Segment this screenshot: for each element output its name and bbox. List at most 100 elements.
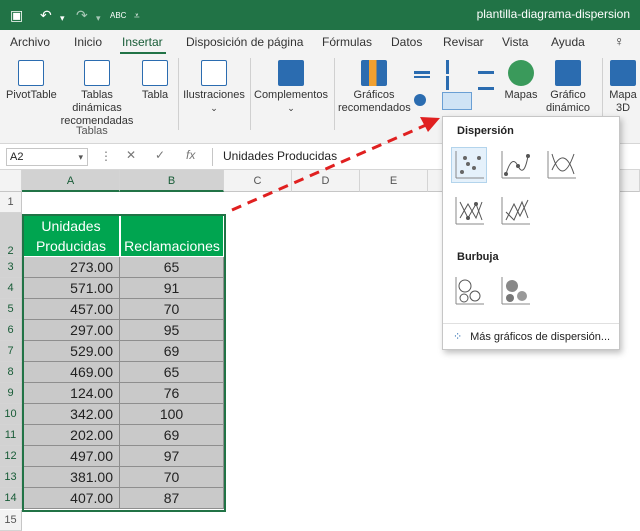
column-header-d[interactable]: D [292, 170, 360, 192]
column-header-a[interactable]: A [22, 170, 120, 192]
3d-map-button[interactable]: Mapa 3D [606, 60, 640, 115]
illustrations-label: Ilustraciones [183, 89, 245, 101]
row-header[interactable]: 14 [0, 488, 22, 510]
tab-archivo[interactable]: Archivo [10, 35, 50, 49]
row-header[interactable]: 4 [0, 278, 22, 300]
recommended-charts-button[interactable]: Gráficos recomendados [338, 60, 411, 115]
row-header[interactable]: 2 [0, 213, 22, 257]
row-header[interactable]: 1 [0, 192, 22, 214]
column-header-e[interactable]: E [360, 170, 428, 192]
row-header[interactable]: 10 [0, 404, 22, 426]
cell-units[interactable]: 297.00 [22, 320, 120, 342]
tab-formulas[interactable]: Fórmulas [322, 35, 372, 49]
table-button[interactable]: Tabla [138, 60, 172, 102]
lightbulb-icon[interactable]: ♀ [614, 33, 625, 49]
row-header[interactable]: 15 [0, 510, 22, 531]
pivot-chart-label: Gráfico dinámico [545, 89, 591, 114]
scatter-smooth-lines-option[interactable] [543, 147, 579, 183]
combo-chart-icon[interactable] [478, 76, 494, 90]
addins-button[interactable]: Complementos ⌄ [254, 60, 328, 115]
pivot-chart-button[interactable]: Gráfico dinámico [542, 60, 594, 115]
tab-disposicion[interactable]: Disposición de página [186, 35, 303, 49]
undo-icon[interactable]: ↶ [40, 6, 52, 24]
header-cell-claims[interactable]: Reclamaciones [120, 213, 224, 257]
cell-units[interactable]: 124.00 [22, 383, 120, 405]
row-header[interactable]: 5 [0, 299, 22, 321]
cell-claims[interactable]: 95 [120, 320, 224, 342]
cell-claims[interactable]: 91 [120, 278, 224, 300]
tab-insertar[interactable]: Insertar [122, 35, 163, 49]
cell-claims[interactable]: 87 [120, 488, 224, 510]
row-header[interactable]: 8 [0, 362, 22, 384]
row-header[interactable]: 3 [0, 257, 22, 279]
cell-units[interactable]: 529.00 [22, 341, 120, 363]
scatter-straight-lines-option[interactable] [497, 193, 533, 229]
cell-units[interactable]: 469.00 [22, 362, 120, 384]
row-header[interactable]: 7 [0, 341, 22, 363]
scatter-chart-button-icon[interactable] [442, 92, 472, 110]
cell-claims[interactable]: 70 [120, 467, 224, 489]
undo-dropdown-icon[interactable]: ▾ [60, 9, 65, 27]
more-scatter-charts-link[interactable]: ⁘ Más gráficos de dispersión... [453, 330, 610, 343]
illustrations-button[interactable]: Ilustraciones ⌄ [182, 60, 246, 115]
cell-units[interactable]: 273.00 [22, 257, 120, 279]
tab-ayuda[interactable]: Ayuda [551, 35, 585, 49]
insert-function-icon[interactable]: fx [186, 148, 195, 162]
scatter-straight-markers-option[interactable] [451, 193, 487, 229]
header-cell-units[interactable]: Unidades Producidas [22, 213, 120, 257]
cell-claims[interactable]: 100 [120, 404, 224, 426]
bubble-3d-option[interactable] [497, 273, 533, 309]
column-chart-icon[interactable] [414, 60, 430, 74]
spelling-icon[interactable]: ABC [110, 7, 126, 25]
row-header[interactable]: 9 [0, 383, 22, 405]
hierarchy-chart-icon[interactable] [446, 60, 462, 74]
formula-input[interactable]: Unidades Producidas [212, 148, 452, 166]
statistic-chart-icon[interactable] [446, 76, 462, 90]
redo-icon[interactable]: ↷ [76, 6, 88, 24]
tab-inicio[interactable]: Inicio [74, 35, 102, 49]
tab-datos[interactable]: Datos [391, 35, 422, 49]
cell-claims[interactable]: 97 [120, 446, 224, 468]
cell-claims[interactable]: 69 [120, 425, 224, 447]
cell-units[interactable]: 497.00 [22, 446, 120, 468]
enter-icon[interactable]: ✓ [155, 148, 165, 162]
bubble-option[interactable] [451, 273, 487, 309]
3d-map-label: Mapa 3D [609, 89, 637, 114]
cell-units[interactable]: 571.00 [22, 278, 120, 300]
cell-units[interactable]: 202.00 [22, 425, 120, 447]
cell-units[interactable]: 381.00 [22, 467, 120, 489]
customize-qat-icon[interactable]: ⩡ [134, 8, 140, 26]
bubble-3d-icon [501, 277, 530, 305]
addins-icon [278, 60, 304, 86]
row-header[interactable]: 13 [0, 467, 22, 489]
column-header-c[interactable]: C [224, 170, 292, 192]
redo-dropdown-icon[interactable]: ▾ [96, 9, 101, 27]
cell-claims[interactable]: 76 [120, 383, 224, 405]
tab-vista[interactable]: Vista [502, 35, 528, 49]
cell-claims[interactable]: 69 [120, 341, 224, 363]
maps-button[interactable]: Mapas [504, 60, 538, 102]
cancel-icon[interactable]: ✕ [126, 148, 136, 162]
cell-units[interactable]: 342.00 [22, 404, 120, 426]
cell-claims[interactable]: 65 [120, 257, 224, 279]
cell-claims[interactable]: 65 [120, 362, 224, 384]
row-header[interactable]: 6 [0, 320, 22, 342]
row-header[interactable]: 11 [0, 425, 22, 447]
column-header-b[interactable]: B [120, 170, 224, 192]
tab-revisar[interactable]: Revisar [443, 35, 484, 49]
cell-units[interactable]: 457.00 [22, 299, 120, 321]
scatter-smooth-markers-option[interactable] [497, 147, 533, 183]
row-header[interactable]: 12 [0, 446, 22, 468]
cell-units[interactable]: 407.00 [22, 488, 120, 510]
pie-chart-icon[interactable] [414, 94, 426, 106]
line-chart-icon[interactable] [414, 76, 430, 90]
save-icon[interactable]: ▣ [10, 6, 23, 24]
select-all-corner[interactable] [0, 170, 22, 192]
recommended-pivot-button[interactable]: Tablas dinámicas recomendadas [58, 60, 136, 128]
waterfall-chart-icon[interactable] [478, 60, 494, 74]
cell-claims[interactable]: 70 [120, 299, 224, 321]
pivottable-button[interactable]: PivotTable [6, 60, 57, 102]
scatter-straight-markers-icon [455, 197, 484, 225]
scatter-markers-option[interactable] [451, 147, 487, 183]
name-box[interactable]: A2 ▾ [6, 148, 88, 166]
